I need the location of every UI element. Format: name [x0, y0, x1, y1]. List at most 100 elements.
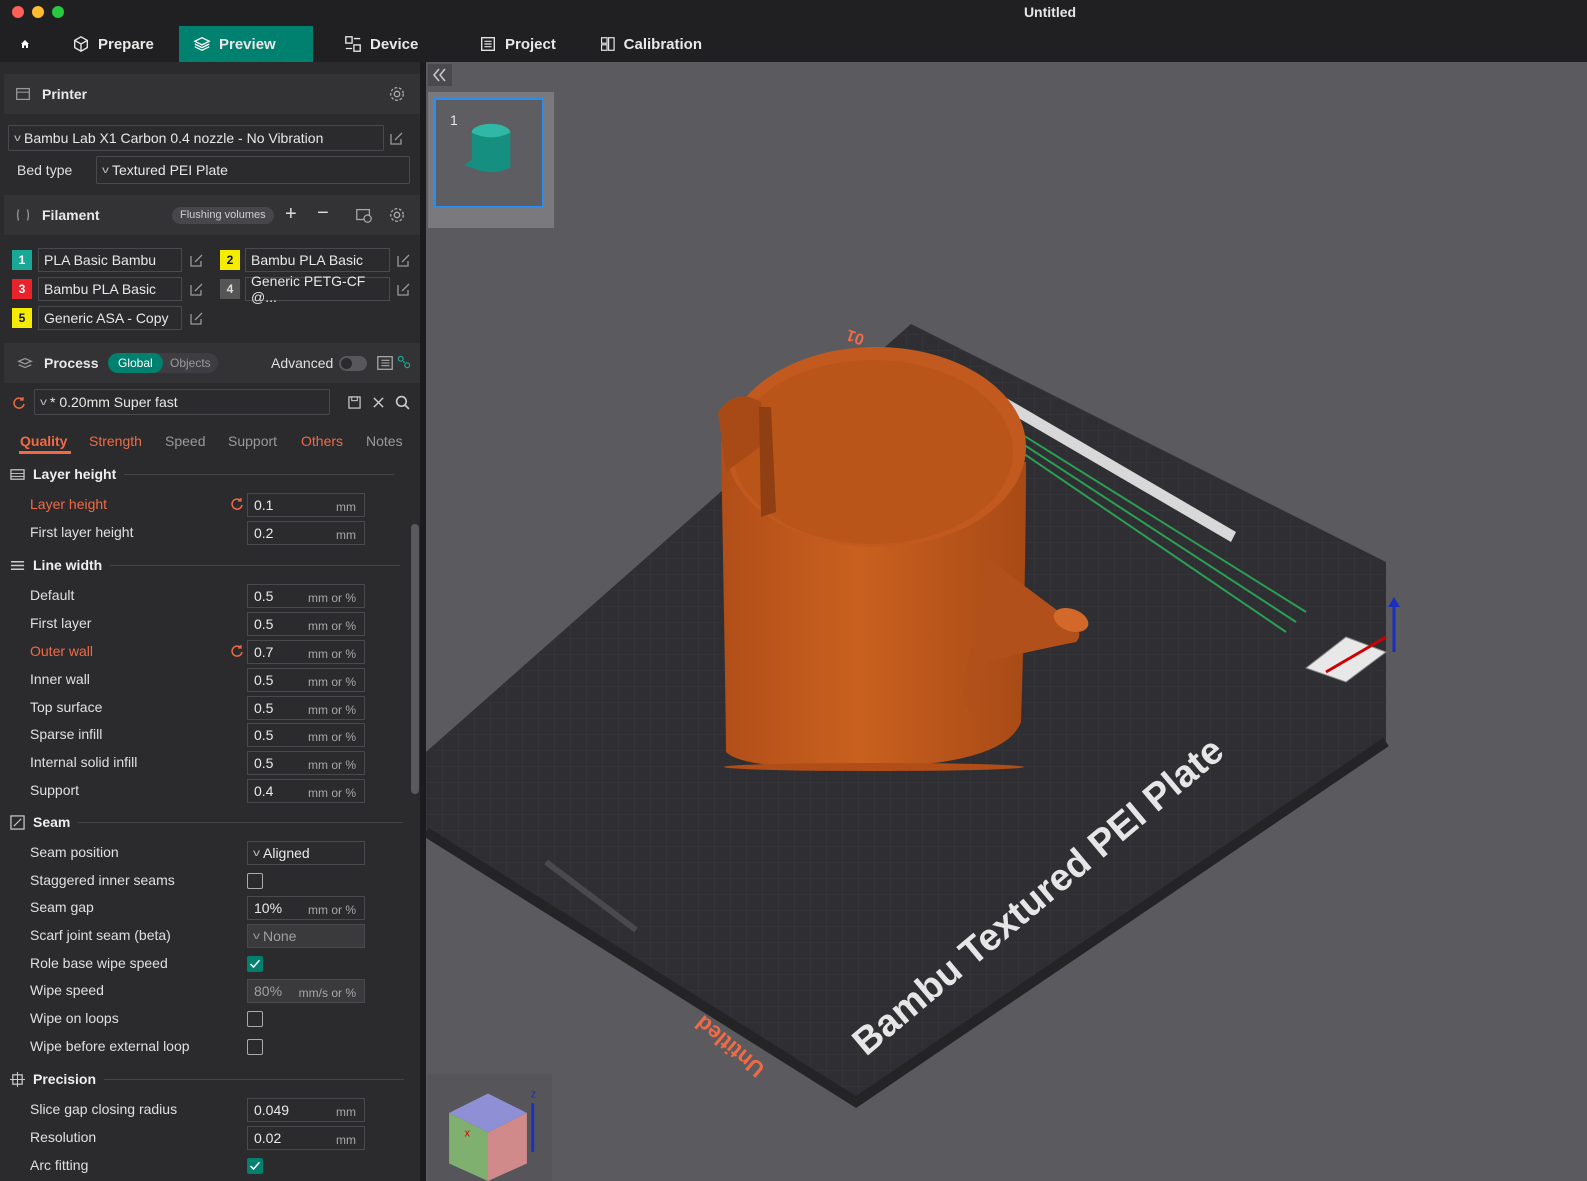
slice-gap-closing-radius-input[interactable]: 0.049 mm: [247, 1098, 365, 1122]
staggered-inner-seams-checkbox[interactable]: [247, 873, 263, 889]
setting-layer-height: Layer height 0.1 mm: [30, 493, 400, 517]
input-value: 0.5: [254, 616, 274, 632]
filament-slot-1-color[interactable]: 1: [12, 250, 32, 270]
tab-notes[interactable]: Notes: [366, 433, 403, 449]
compare-icon[interactable]: [396, 354, 412, 370]
setting-arc-fitting: Arc fitting: [30, 1154, 400, 1178]
home-button[interactable]: [6, 26, 44, 62]
bed-type-select[interactable]: v Textured PEI Plate: [96, 156, 410, 184]
filament-slot-1-select[interactable]: PLA Basic Bambu: [38, 248, 182, 272]
input-value: 0.2: [254, 525, 274, 541]
filament-slot-name: PLA Basic Bambu: [44, 252, 157, 268]
search-icon[interactable]: [395, 395, 410, 410]
process-section-header: Process Global Objects Advanced: [4, 343, 420, 383]
arc-fitting-checkbox[interactable]: [247, 1158, 263, 1174]
line-width-inner-wall-input[interactable]: 0.5 mm or %: [247, 668, 365, 692]
add-filament-button[interactable]: +: [285, 203, 297, 226]
tab-preview[interactable]: Preview: [179, 26, 313, 62]
close-icon[interactable]: [372, 396, 385, 409]
edit-icon[interactable]: [190, 311, 204, 325]
line-width-outer-wall-input[interactable]: 0.7 mm or %: [247, 640, 365, 664]
wipe-speed-input[interactable]: 80% mm/s or %: [247, 979, 365, 1003]
tab-project[interactable]: Project: [465, 26, 575, 62]
list-view-icon[interactable]: [376, 354, 394, 372]
3d-viewport[interactable]: 01 Bambu Textured PEI Plate Untitled 1 z…: [426, 62, 1587, 1181]
setting-label: First layer height: [30, 524, 134, 540]
gear-icon[interactable]: [388, 206, 406, 224]
line-width-internal-solid-input[interactable]: 0.5 mm or %: [247, 751, 365, 775]
tab-others[interactable]: Others: [301, 433, 343, 449]
toggle-objects[interactable]: Objects: [170, 353, 211, 373]
bed-type-value: Textured PEI Plate: [112, 162, 228, 178]
edit-icon[interactable]: [390, 131, 404, 145]
collapse-sidebar-button[interactable]: [428, 64, 452, 86]
layer-height-input[interactable]: 0.1 mm: [247, 493, 365, 517]
printer-profile-select[interactable]: v Bambu Lab X1 Carbon 0.4 nozzle - No Vi…: [8, 125, 384, 151]
unit-label: mm or %: [308, 675, 356, 689]
filament-slot-3-select[interactable]: Bambu PLA Basic: [38, 277, 182, 301]
filament-slot-2-color[interactable]: 2: [220, 250, 240, 270]
line-width-icon: [10, 560, 25, 570]
minimize-window-button[interactable]: [32, 6, 44, 18]
line-width-default-input[interactable]: 0.5 mm or %: [247, 584, 365, 608]
tab-strength[interactable]: Strength: [89, 433, 142, 449]
toggle-global[interactable]: Global: [108, 353, 163, 373]
filament-slot-4-select[interactable]: Generic PETG-CF @...: [245, 273, 390, 305]
reset-icon[interactable]: [230, 497, 244, 511]
filament-slot-5-select[interactable]: Generic ASA - Copy: [38, 306, 182, 330]
first-layer-height-input[interactable]: 0.2 mm: [247, 521, 365, 545]
edit-icon[interactable]: [190, 282, 204, 296]
tab-quality[interactable]: Quality: [20, 433, 67, 449]
close-window-button[interactable]: [12, 6, 24, 18]
line-width-first-layer-input[interactable]: 0.5 mm or %: [247, 612, 365, 636]
maximize-window-button[interactable]: [52, 6, 64, 18]
role-base-wipe-speed-checkbox[interactable]: [247, 956, 263, 972]
orientation-cube[interactable]: z x: [428, 1074, 552, 1181]
tab-prepare[interactable]: Prepare: [58, 26, 178, 62]
setting-line-width-outer-wall: Outer wall 0.7 mm or %: [30, 640, 400, 664]
setting-resolution: Resolution 0.02 mm: [30, 1126, 400, 1150]
global-objects-toggle[interactable]: Global Objects: [108, 353, 218, 373]
flushing-volumes-button[interactable]: Flushing volumes: [172, 207, 274, 224]
advanced-toggle[interactable]: [339, 356, 367, 371]
tab-device[interactable]: Device: [330, 26, 440, 62]
plate-thumbnail-1[interactable]: 1: [434, 98, 544, 208]
reset-icon[interactable]: [230, 644, 244, 658]
unit-label: mm or %: [308, 703, 356, 717]
tab-support[interactable]: Support: [228, 433, 277, 449]
process-preset-select[interactable]: v * 0.20mm Super fast: [34, 389, 330, 415]
input-value: 0.5: [254, 672, 274, 688]
scene-canvas[interactable]: 01 Bambu Textured PEI Plate Untitled: [426, 62, 1587, 1181]
group-title: Line width: [33, 557, 103, 573]
filament-slot-4-color[interactable]: 4: [220, 279, 240, 299]
checkmark-icon: [249, 959, 261, 969]
edit-icon[interactable]: [190, 253, 204, 267]
edit-icon[interactable]: [397, 282, 411, 296]
tab-calibration[interactable]: Calibration: [586, 26, 716, 62]
setting-line-width-inner-wall: Inner wall 0.5 mm or %: [30, 668, 400, 692]
setting-first-layer-height: First layer height 0.2 mm: [30, 521, 400, 545]
seam-position-select[interactable]: v Aligned: [247, 841, 365, 865]
wipe-before-external-loop-checkbox[interactable]: [247, 1039, 263, 1055]
line-width-top-surface-input[interactable]: 0.5 mm or %: [247, 696, 365, 720]
plate-thumb-number: 1: [450, 112, 458, 128]
settings-scrollbar[interactable]: [411, 524, 419, 794]
wipe-on-loops-checkbox[interactable]: [247, 1011, 263, 1027]
seam-gap-input[interactable]: 10% mm or %: [247, 896, 365, 920]
tab-speed[interactable]: Speed: [165, 433, 205, 449]
filament-slot-5-color[interactable]: 5: [12, 308, 32, 328]
group-seam: Seam: [10, 814, 404, 830]
gear-icon[interactable]: [388, 85, 406, 103]
remove-filament-button[interactable]: −: [317, 202, 329, 225]
filament-slot-2-select[interactable]: Bambu PLA Basic: [245, 248, 390, 272]
filament-slot-3-color[interactable]: 3: [12, 279, 32, 299]
edit-icon[interactable]: [397, 253, 411, 267]
save-icon[interactable]: [348, 396, 361, 409]
cube-icon: [74, 36, 88, 52]
undo-reset-icon[interactable]: [12, 396, 26, 410]
scarf-joint-seam-select[interactable]: v None: [247, 924, 365, 948]
sync-ams-icon[interactable]: [355, 206, 373, 224]
line-width-support-input[interactable]: 0.4 mm or %: [247, 779, 365, 803]
line-width-sparse-infill-input[interactable]: 0.5 mm or %: [247, 723, 365, 747]
resolution-input[interactable]: 0.02 mm: [247, 1126, 365, 1150]
